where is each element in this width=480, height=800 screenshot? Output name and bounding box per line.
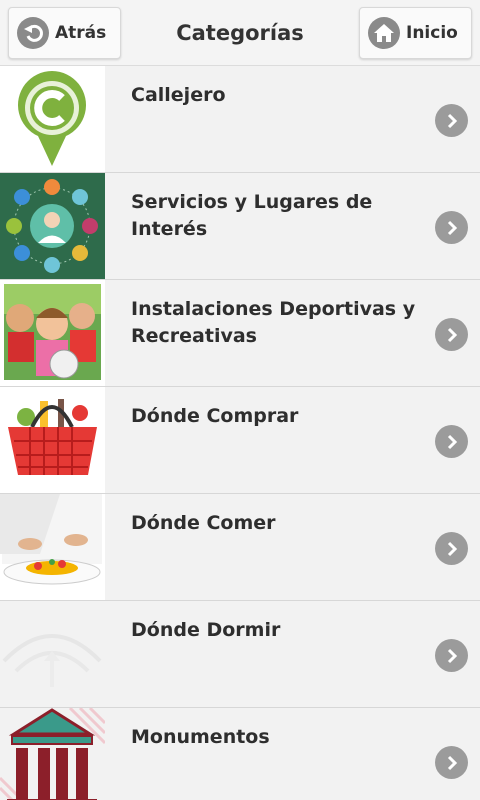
chef-plating-photo [0,494,105,600]
category-item-donde-dormir[interactable]: Dónde Dormir [0,601,480,708]
chevron-right-icon [435,425,468,458]
category-item-monumentos[interactable]: Monumentos [0,708,480,800]
chevron-right-icon [435,318,468,351]
category-label: Dónde Comer [131,512,276,534]
category-item-instalaciones[interactable]: Instalaciones Deportivas y Recreativas [0,280,480,387]
top-bar: Atrás Categorías Inicio [0,0,480,66]
back-button-label: Atrás [55,23,107,43]
shopping-basket-photo [0,387,105,493]
category-item-donde-comprar[interactable]: Dónde Comprar [0,387,480,494]
category-label: Monumentos [131,726,270,748]
category-label: Dónde Comprar [131,405,299,427]
map-pin-c-icon [0,66,105,172]
category-label: Dónde Dormir [131,619,281,641]
home-button[interactable]: Inicio [359,7,472,59]
chevron-right-icon [435,532,468,565]
category-list: Callejero Servicios y Lugares de Interés… [0,66,480,800]
faded-logo-placeholder [0,601,105,707]
services-network-icon [0,173,105,279]
home-icon [368,17,400,49]
home-button-label: Inicio [406,23,458,43]
category-item-donde-comer[interactable]: Dónde Comer [0,494,480,601]
category-label: Instalaciones Deportivas y Recreativas [131,298,416,347]
category-item-servicios[interactable]: Servicios y Lugares de Interés [0,173,480,280]
category-item-callejero[interactable]: Callejero [0,66,480,173]
chevron-right-icon [435,211,468,244]
chevron-right-icon [435,746,468,779]
category-label: Servicios y Lugares de Interés [131,191,373,240]
category-label: Callejero [131,84,226,106]
back-arrow-icon [17,17,49,49]
back-button[interactable]: Atrás [8,7,121,59]
chevron-right-icon [435,639,468,672]
monument-icon [0,708,105,800]
chevron-right-icon [435,104,468,137]
children-photo [0,280,105,386]
